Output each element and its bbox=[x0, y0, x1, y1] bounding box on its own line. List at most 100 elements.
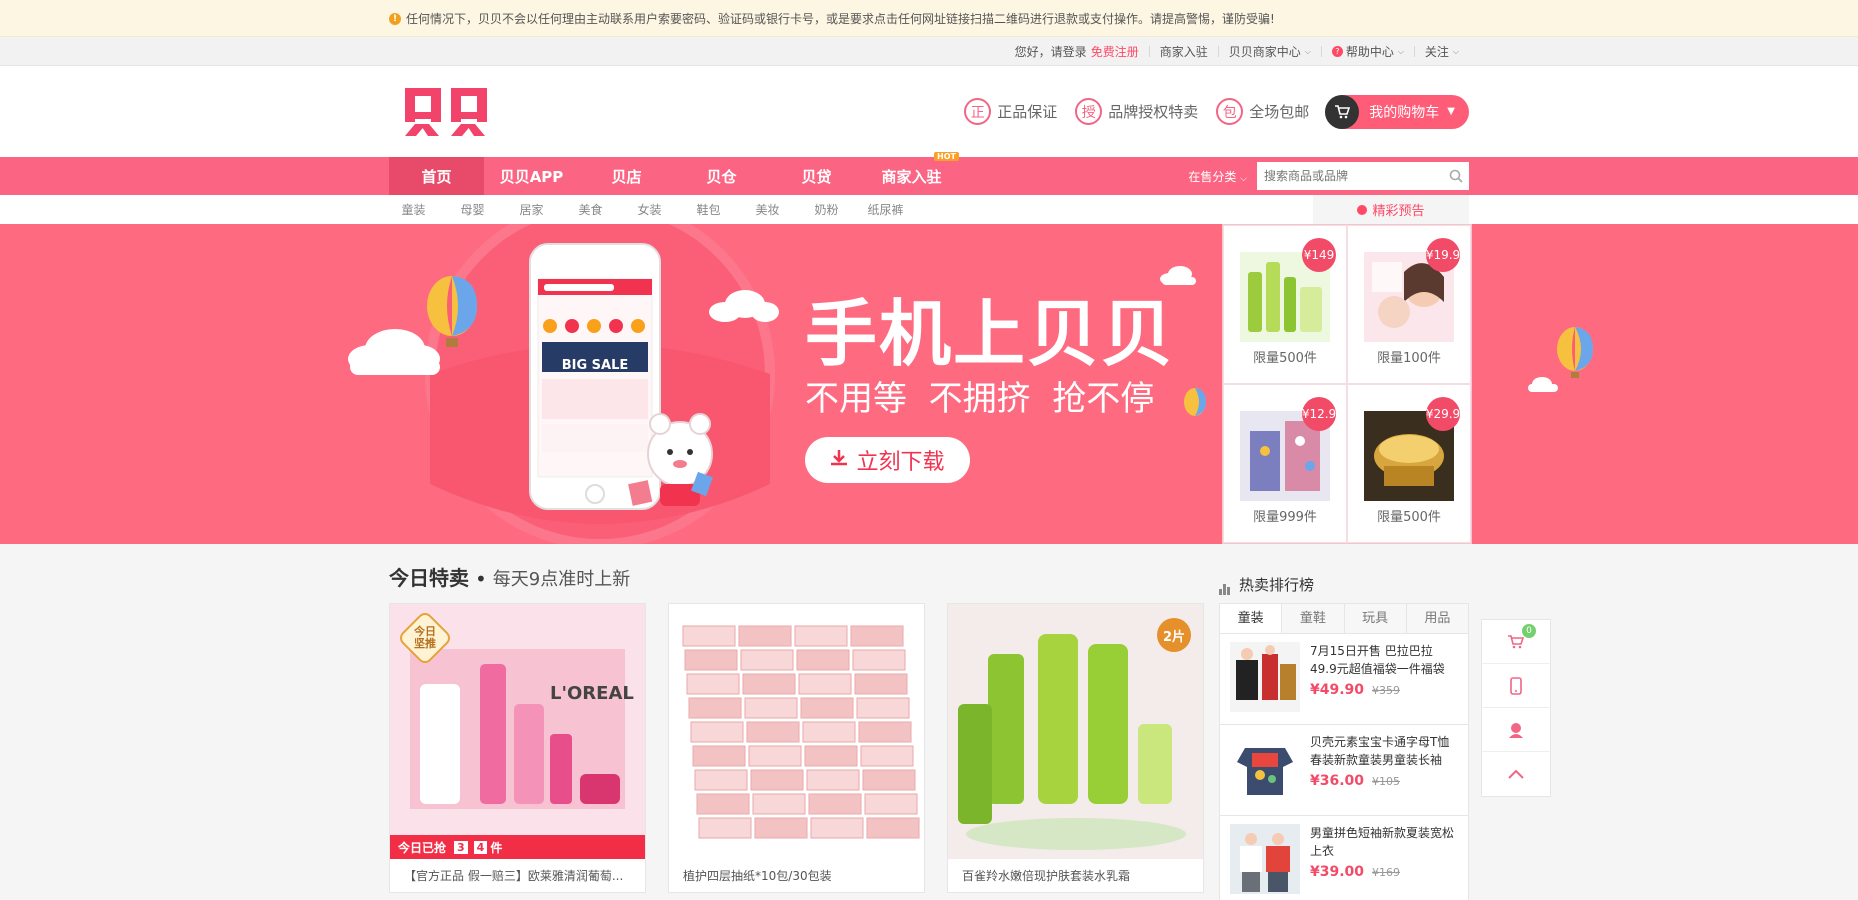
deal-card[interactable]: ¥29.9 限量500件 bbox=[1347, 384, 1471, 543]
cart-count-badge: 0 bbox=[1522, 624, 1536, 638]
today-sale-title: 今日特卖 bbox=[389, 566, 469, 590]
nav-warehouse[interactable]: 贝仓 bbox=[674, 157, 769, 195]
promise-shipping-label: 全场包邮 bbox=[1249, 103, 1310, 121]
follow-label: 关注 bbox=[1424, 45, 1449, 59]
deal-limit: 限量999件 bbox=[1253, 510, 1317, 525]
product-name[interactable]: 【官方正品 假一赔三】欧莱雅清润葡萄... bbox=[390, 859, 645, 892]
subnav-item[interactable]: 母婴 bbox=[448, 201, 497, 218]
authentic-badge-icon: 正 bbox=[964, 98, 992, 125]
subnav-item[interactable]: 居家 bbox=[507, 201, 556, 218]
ranking-tab-kids-shoes[interactable]: 童鞋 bbox=[1282, 604, 1345, 633]
sold-today-bar: 今日已抢 3 4 件 bbox=[390, 835, 645, 859]
search-input[interactable] bbox=[1258, 163, 1444, 189]
chevron-up-icon bbox=[1508, 769, 1524, 779]
ranking-tab-supplies[interactable]: 用品 bbox=[1406, 604, 1468, 633]
subnav-item[interactable]: 纸尿裤 bbox=[861, 201, 910, 218]
fraud-notice-text: 任何情况下，贝贝不会以任何理由主动联系用户索要密码、验证码或银行卡号，或是要求点… bbox=[406, 12, 1275, 26]
ranking-tab-toys[interactable]: 玩具 bbox=[1344, 604, 1407, 633]
ranking-item-title: 贝壳元素宝宝卡通字母T恤春装新款童装男童装长袖 bbox=[1310, 735, 1450, 767]
follow-menu[interactable]: 关注 ⌵ bbox=[1415, 43, 1469, 60]
top-utility-bar: 您好，请登录 免费注册 商家入驻 贝贝商家中心 ⌵ ? 帮助中心 ⌵ 关注 ⌵ bbox=[0, 37, 1858, 66]
subnav-item[interactable]: 女装 bbox=[625, 201, 674, 218]
float-customer-service-button[interactable] bbox=[1482, 708, 1550, 752]
sold-digit: 3 bbox=[454, 840, 468, 854]
ranking-item-original-price: ¥105 bbox=[1372, 775, 1401, 788]
merchant-center-menu[interactable]: 贝贝商家中心 ⌵ bbox=[1219, 43, 1321, 60]
deal-price-badge: ¥12.9 bbox=[1302, 397, 1336, 431]
banner-headline: 手机上贝贝 bbox=[805, 292, 1176, 376]
ranking-tab-kids-clothing[interactable]: 童装 bbox=[1220, 604, 1283, 633]
nav-app[interactable]: 贝贝APP bbox=[484, 157, 579, 195]
subnav-item[interactable]: 美妆 bbox=[743, 201, 792, 218]
ranking-item-price: ¥39.00 bbox=[1310, 864, 1365, 880]
nav-search-area: 在售分类 ⌵ bbox=[1188, 162, 1469, 190]
cart-icon bbox=[1508, 634, 1525, 648]
help-center-menu[interactable]: ? 帮助中心 ⌵ bbox=[1322, 43, 1414, 60]
free-shipping-badge-icon: 包 bbox=[1216, 98, 1244, 125]
authorized-badge-icon: 授 bbox=[1075, 98, 1103, 125]
back-to-top-button[interactable] bbox=[1482, 752, 1550, 796]
my-cart-button[interactable]: 我的购物车 ▼ bbox=[1325, 94, 1469, 129]
sold-digit: 4 bbox=[473, 840, 488, 854]
floating-toolbar: 0 bbox=[1481, 619, 1551, 797]
float-mobile-button[interactable] bbox=[1482, 664, 1550, 708]
ranking-item-title: 男童拼色短袖新款夏装宽松上衣 bbox=[1310, 826, 1455, 858]
svg-text:L'OREAL: L'OREAL bbox=[550, 683, 634, 704]
nav-store[interactable]: 贝店 bbox=[579, 157, 674, 195]
product-name[interactable]: 百雀羚水嫩倍现护肤套装水乳霜 bbox=[948, 859, 1203, 892]
deal-limit: 限量500件 bbox=[1253, 351, 1317, 366]
ranking-item-title: 7月15日开售 巴拉巴拉49.9元超值福袋一件福袋 bbox=[1310, 644, 1445, 676]
product-name[interactable]: 植护四层抽纸*10包/30包装 bbox=[669, 859, 924, 892]
category-filter-dropdown[interactable]: 在售分类 ⌵ bbox=[1188, 168, 1247, 185]
nav-merchant-label: 商家入驻 bbox=[881, 167, 942, 186]
hot-badge: HOT bbox=[934, 152, 959, 161]
ranking-item[interactable]: 7月15日开售 巴拉巴拉49.9元超值福袋一件福袋 ¥49.90 ¥359 bbox=[1219, 634, 1469, 725]
subnav-item[interactable]: 鞋包 bbox=[684, 201, 733, 218]
nav-loan[interactable]: 贝贷 bbox=[769, 157, 864, 195]
nav-home[interactable]: 首页 bbox=[389, 157, 484, 195]
chevron-down-icon: ⌵ bbox=[1452, 46, 1459, 56]
login-link[interactable]: 您好，请登录 bbox=[1015, 43, 1087, 60]
nav-home-label: 首页 bbox=[421, 167, 452, 186]
product-card[interactable]: L'OREAL 今日 坚推 今日已抢 3 4 件 【官方正品 假一赔三】欧莱雅清… bbox=[389, 603, 646, 893]
promise-brand-label: 品牌授权特卖 bbox=[1108, 103, 1199, 121]
register-link[interactable]: 免费注册 bbox=[1091, 43, 1139, 60]
search-box bbox=[1257, 162, 1469, 190]
download-button[interactable]: 立刻下载 bbox=[805, 437, 970, 483]
deal-price-badge: ¥29.9 bbox=[1426, 397, 1460, 431]
deal-card[interactable]: ¥149 限量500件 bbox=[1223, 225, 1347, 384]
site-header: 正正品保证 授品牌授权特卖 包全场包邮 我的购物车 ▼ bbox=[0, 66, 1858, 157]
subnav-item[interactable]: 美食 bbox=[566, 201, 615, 218]
promise-free-shipping: 包全场包邮 bbox=[1216, 98, 1309, 125]
search-icon[interactable] bbox=[1444, 163, 1468, 189]
nav-loan-label: 贝贷 bbox=[801, 167, 832, 186]
product-card[interactable]: 2片 百雀羚水嫩倍现护肤套装水乳霜 bbox=[947, 603, 1204, 893]
subnav-item[interactable]: 童装 bbox=[389, 201, 438, 218]
question-icon: ? bbox=[1331, 46, 1343, 57]
banner-tagline: 不用等 不拥挤 抢不停 bbox=[805, 379, 1155, 419]
beibei-logo[interactable] bbox=[401, 82, 496, 142]
merchant-join-link[interactable]: 商家入驻 bbox=[1150, 43, 1218, 60]
ranking-item-original-price: ¥169 bbox=[1372, 866, 1401, 879]
promise-authentic: 正正品保证 bbox=[964, 98, 1057, 125]
category-subnav: 童装 母婴 居家 美食 女装 鞋包 美妆 奶粉 纸尿裤 精彩预告 bbox=[0, 195, 1858, 224]
merchant-join-label: 商家入驻 bbox=[1159, 45, 1208, 59]
preview-label: 精彩预告 bbox=[1372, 204, 1425, 219]
nav-merchant-join[interactable]: 商家入驻 HOT bbox=[864, 152, 959, 195]
product-card[interactable]: 植护四层抽纸*10包/30包装 bbox=[668, 603, 925, 893]
upcoming-preview-tab[interactable]: 精彩预告 bbox=[1313, 195, 1469, 224]
cart-label: 我的购物车 bbox=[1369, 104, 1440, 121]
deal-price-badge: ¥19.9 bbox=[1426, 238, 1460, 272]
ranking-item[interactable]: 男童拼色短袖新款夏装宽松上衣 ¥39.00 ¥169 bbox=[1219, 816, 1469, 900]
hot-ranking-section: 热卖排行榜 童装 童鞋 玩具 用品 7月15日开售 巴拉巴拉49.9元超值福袋一… bbox=[1219, 544, 1469, 900]
deal-card[interactable]: ¥12.9 限量999件 bbox=[1223, 384, 1347, 543]
ranking-item-image bbox=[1230, 733, 1300, 803]
float-cart-button[interactable]: 0 bbox=[1482, 620, 1550, 664]
deal-card[interactable]: ¥19.9 限量100件 bbox=[1347, 225, 1471, 384]
subnav-item[interactable]: 奶粉 bbox=[802, 201, 851, 218]
ranking-item[interactable]: 贝壳元素宝宝卡通字母T恤春装新款童装男童装长袖 ¥36.00 ¥105 bbox=[1219, 725, 1469, 816]
app-download-banner[interactable]: BIG SALE 手机上贝贝 不用等 不拥挤 抢不停 立刻下载 ¥149 限量5… bbox=[0, 224, 1858, 544]
fraud-notice-bar: ! 任何情况下，贝贝不会以任何理由主动联系用户索要密码、验证码或银行卡号，或是要… bbox=[0, 0, 1858, 37]
promise-brand-authorized: 授品牌授权特卖 bbox=[1075, 98, 1198, 125]
phone-big-sale-text: BIG SALE bbox=[562, 358, 629, 373]
